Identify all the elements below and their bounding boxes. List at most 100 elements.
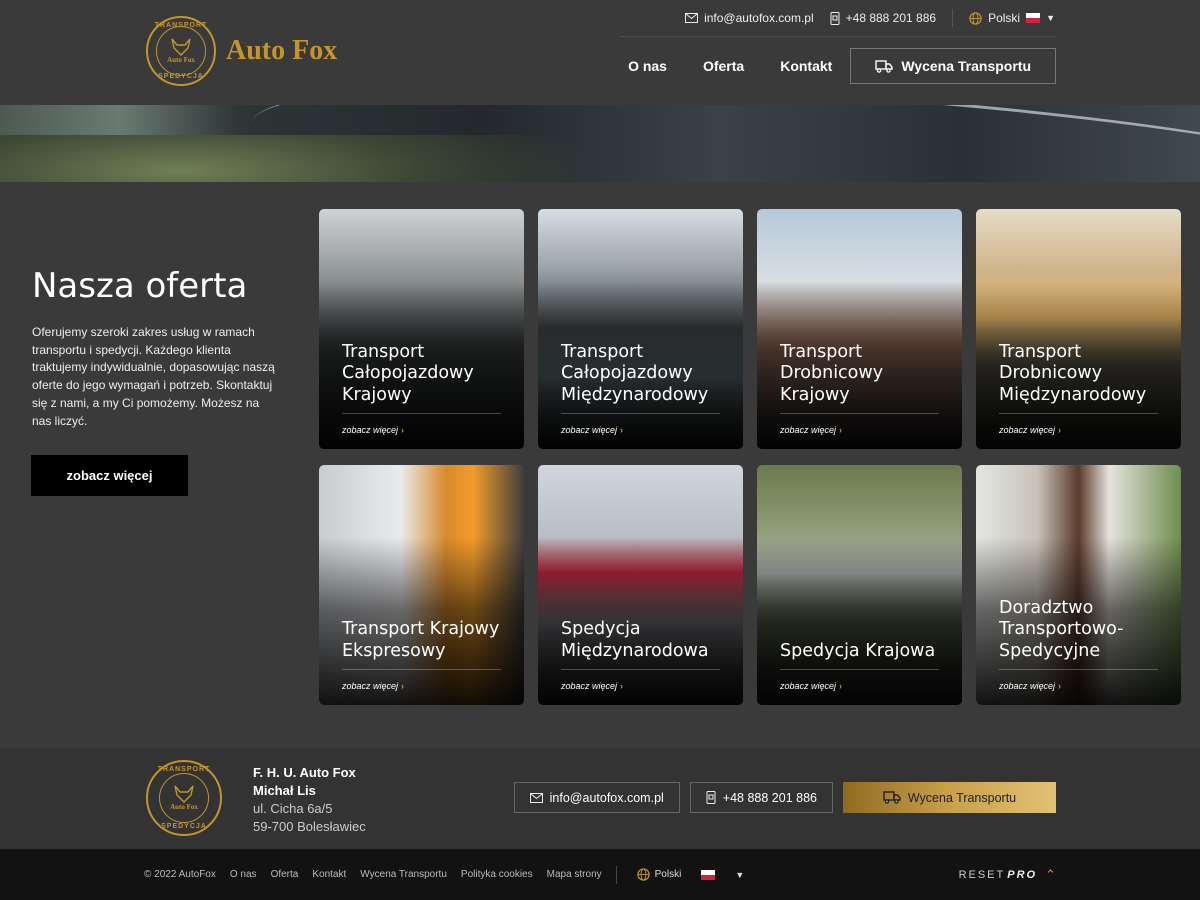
company-info: F. H. U. Auto Fox Michał Lis ul. Cicha 6…: [253, 764, 366, 836]
card-more-link[interactable]: zobacz więcej ›: [780, 681, 842, 691]
card-more-link[interactable]: zobacz więcej ›: [342, 425, 404, 435]
phone-icon: [706, 791, 716, 804]
card-more-link[interactable]: zobacz więcej ›: [561, 425, 623, 435]
poland-flag-icon: [1026, 13, 1041, 23]
topbar-divider: [952, 9, 954, 27]
seal-bottom-text: SPEDYCJA: [158, 73, 204, 80]
offer-card[interactable]: Spedycja Międzynarodowa zobacz więcej ›: [538, 465, 743, 705]
chevron-up-icon[interactable]: ⌃: [1045, 867, 1056, 883]
truck-icon: [875, 59, 894, 73]
card-more-link[interactable]: zobacz więcej ›: [999, 425, 1061, 435]
footer-email-button[interactable]: info@autofox.com.pl: [513, 782, 680, 813]
chevron-right-icon: ›: [1058, 425, 1062, 435]
card-title: Transport Krajowy Ekspresowy: [342, 619, 500, 661]
seal-center-text: Auto Fox: [167, 56, 195, 64]
phone-icon: [830, 11, 840, 25]
logo-seal: TRANSPORT Auto Fox SPEDYCJA: [146, 16, 216, 86]
language-label: Polski: [988, 11, 1021, 25]
credit-pro: PRO: [1007, 868, 1038, 881]
bottom-links: © 2022 AutoFox O nas Oferta Kontakt Wyce…: [144, 849, 758, 900]
card-title: Transport Całopojazdowy Międzynarodowy: [561, 341, 709, 405]
seal-top-text: TRANSPORT: [154, 22, 208, 29]
nav-oferta[interactable]: Oferta: [703, 58, 744, 74]
offer-card[interactable]: Transport Krajowy Ekspresowy zobacz więc…: [319, 465, 524, 705]
footer-quote-label: Wycena Transportu: [907, 790, 1017, 805]
mail-icon: [529, 792, 543, 803]
nav-kontakt[interactable]: Kontakt: [780, 58, 832, 74]
card-more-link[interactable]: zobacz więcej ›: [780, 425, 842, 435]
globe-icon: [636, 868, 650, 881]
credit-reset: RESET: [958, 868, 1006, 881]
company-name: F. H. U. Auto Fox: [253, 765, 356, 780]
card-title: Transport Drobnicowy Krajowy: [780, 341, 884, 405]
card-title: Spedycja Międzynarodowa: [561, 619, 709, 661]
fox-icon: [171, 38, 191, 56]
card-more-link[interactable]: zobacz więcej ›: [342, 681, 404, 691]
header-email-link[interactable]: info@autofox.com.pl: [685, 11, 814, 25]
header-phone-link[interactable]: +48 888 201 886: [830, 11, 936, 25]
bottom-link-kontakt[interactable]: Kontakt: [312, 869, 346, 880]
bottom-link-sitemap[interactable]: Mapa strony: [547, 869, 602, 880]
site-header: TRANSPORT Auto Fox SPEDYCJA Auto Fox inf…: [0, 0, 1200, 105]
bottom-language-selector[interactable]: Polski ▼: [636, 868, 759, 881]
bottom-bar: © 2022 AutoFox O nas Oferta Kontakt Wyce…: [0, 849, 1200, 900]
brand-name: Auto Fox: [226, 35, 338, 66]
reset-pro-credit[interactable]: RESET PRO ⌃: [959, 849, 1056, 900]
chevron-right-icon: ›: [839, 425, 843, 435]
card-title: Spedycja Krajowa: [780, 640, 936, 661]
page-title: Nasza oferta: [32, 266, 248, 306]
header-divider: [620, 36, 1056, 37]
footer-seal-center-text: Auto Fox: [170, 803, 198, 811]
offer-card[interactable]: Transport Całopojazdowy Międzynarodowy z…: [538, 209, 743, 449]
card-more-link[interactable]: zobacz więcej ›: [999, 681, 1061, 691]
logo[interactable]: TRANSPORT Auto Fox SPEDYCJA Auto Fox: [146, 16, 337, 86]
chevron-right-icon: ›: [401, 681, 405, 691]
offer-card[interactable]: Transport Całopojazdowy Krajowy zobacz w…: [319, 209, 524, 449]
footer-seal-bottom-text: SPEDYCJA: [161, 823, 207, 830]
offer-card[interactable]: Transport Drobnicowy Międzynarodowy zoba…: [976, 209, 1181, 449]
header-email: info@autofox.com.pl: [704, 11, 814, 25]
truck-icon: [883, 791, 901, 804]
offer-grid: Transport Całopojazdowy Krajowy zobacz w…: [319, 209, 1181, 705]
mail-icon: [685, 13, 699, 23]
footer-logo[interactable]: TRANSPORT Auto Fox SPEDYCJA: [146, 760, 222, 836]
globe-icon: [969, 11, 982, 25]
offer-card[interactable]: Transport Drobnicowy Krajowy zobacz więc…: [757, 209, 962, 449]
footer-phone-button[interactable]: +48 888 201 886: [689, 782, 833, 813]
bottom-link-o-nas[interactable]: O nas: [230, 869, 257, 880]
chevron-down-icon: ▼: [735, 869, 745, 880]
bottom-divider: [615, 865, 617, 884]
offer-card[interactable]: Doradztwo Transportowo-Spedycyjne zobacz…: [976, 465, 1181, 705]
fox-icon: [174, 785, 194, 803]
quote-button-label: Wycena Transportu: [901, 58, 1031, 74]
see-more-button[interactable]: zobacz więcej: [31, 455, 188, 496]
company-owner: Michał Lis: [253, 783, 316, 798]
quote-button[interactable]: Wycena Transportu: [850, 48, 1056, 84]
company-street: ul. Cicha 6a/5: [253, 801, 333, 816]
offer-card[interactable]: Spedycja Krajowa zobacz więcej ›: [757, 465, 962, 705]
footer-logo-seal: TRANSPORT Auto Fox SPEDYCJA: [146, 760, 222, 836]
bottom-link-oferta[interactable]: Oferta: [271, 869, 299, 880]
footer-seal-top-text: TRANSPORT: [157, 766, 211, 773]
poland-flag-icon: [701, 869, 716, 880]
company-city: 59-700 Bolesławiec: [253, 819, 366, 834]
hero-banner: [0, 105, 1200, 182]
chevron-down-icon: ▼: [1046, 13, 1055, 23]
card-title: Doradztwo Transportowo-Spedycyjne: [999, 597, 1124, 661]
card-more-link[interactable]: zobacz więcej ›: [561, 681, 623, 691]
footer-email: info@autofox.com.pl: [549, 790, 664, 805]
footer-actions: info@autofox.com.pl +48 888 201 886 Wyce…: [504, 782, 1056, 813]
contact-topbar: info@autofox.com.pl +48 888 201 886 Pols…: [669, 9, 1055, 27]
card-title: Transport Drobnicowy Międzynarodowy: [999, 341, 1147, 405]
bottom-link-wycena[interactable]: Wycena Transportu: [360, 869, 447, 880]
bottom-language-label: Polski: [654, 869, 682, 880]
footer-phone: +48 888 201 886: [722, 790, 817, 805]
copyright: © 2022 AutoFox: [144, 869, 216, 880]
card-title: Transport Całopojazdowy Krajowy: [342, 341, 474, 405]
hero-road-line: [246, 105, 1200, 182]
bottom-link-cookies[interactable]: Polityka cookies: [461, 869, 533, 880]
chevron-right-icon: ›: [620, 681, 624, 691]
nav-o-nas[interactable]: O nas: [628, 58, 667, 74]
footer-quote-button[interactable]: Wycena Transportu: [843, 782, 1056, 813]
language-selector[interactable]: Polski ▼: [969, 11, 1055, 25]
